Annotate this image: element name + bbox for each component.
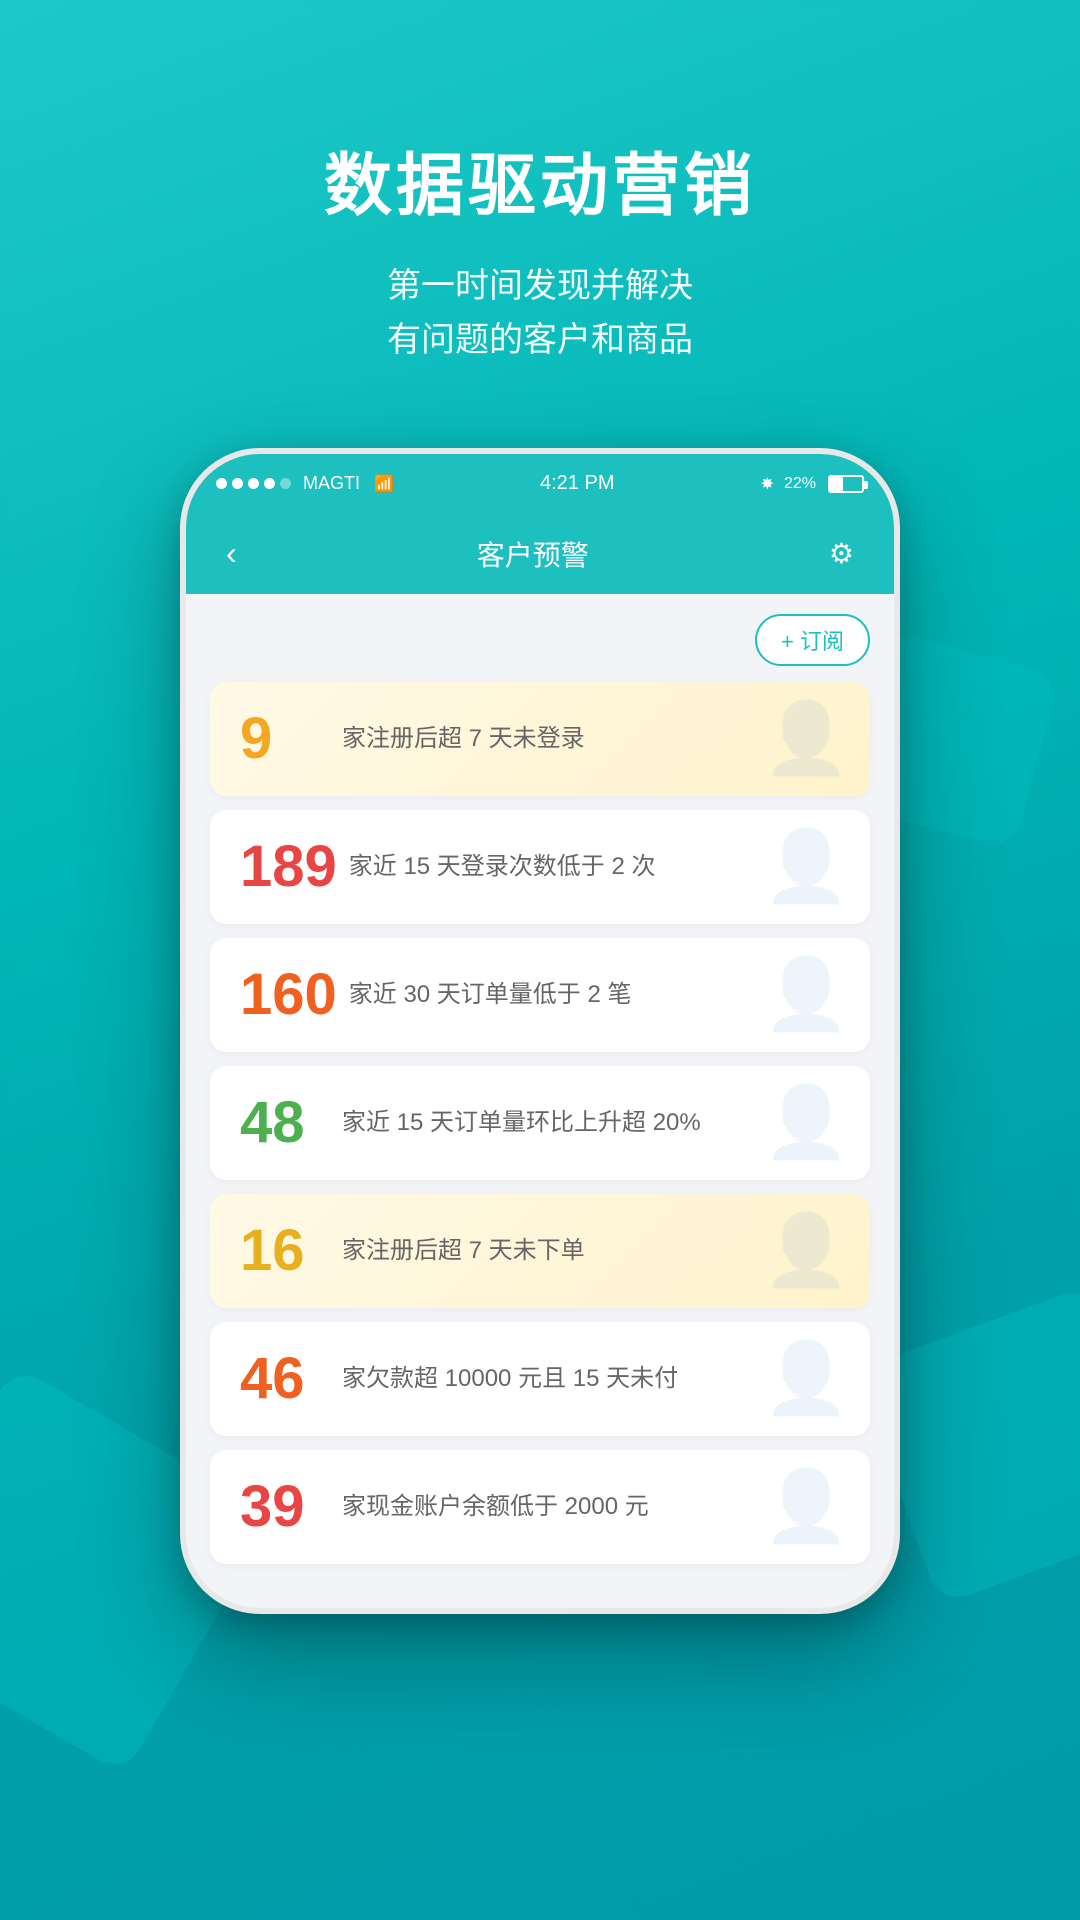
alert-card-5[interactable]: 46 家欠款超 10000 元且 15 天未付 👤 (210, 1322, 870, 1436)
alert-text-1: 家近 15 天登录次数低于 2 次 (349, 850, 656, 884)
signal-dot-2 (232, 478, 243, 489)
card-watermark-2: 👤 (763, 954, 850, 1036)
settings-button[interactable]: ⚙ (819, 527, 864, 580)
subscribe-row: + 订阅 (210, 614, 870, 666)
header-subtitle: 第一时间发现并解决 有问题的客户和商品 (324, 259, 756, 368)
signal-dot-3 (248, 478, 259, 489)
nav-bar: ‹ 客户预警 ⚙ (186, 514, 894, 594)
back-button[interactable]: ‹ (216, 525, 247, 582)
phone-mockup: MAGTI 📶 4:21 PM ✸ 22% ‹ 客户预警 ⚙ + 订阅 9 家注… (180, 448, 900, 1614)
status-right: ✸ 22% (761, 474, 864, 494)
battery-bar (828, 475, 864, 493)
card-watermark-5: 👤 (763, 1338, 850, 1420)
alert-number-5: 46 (240, 1350, 330, 1408)
battery-fill (830, 477, 843, 491)
alert-card-1[interactable]: 189 家近 15 天登录次数低于 2 次 👤 (210, 810, 870, 924)
alert-text-2: 家近 30 天订单量低于 2 笔 (349, 978, 632, 1012)
alert-number-4: 16 (240, 1222, 330, 1280)
alert-card-3[interactable]: 48 家近 15 天订单量环比上升超 20% 👤 (210, 1066, 870, 1180)
signal-dot-1 (216, 478, 227, 489)
alert-card-6[interactable]: 39 家现金账户余额低于 2000 元 👤 (210, 1450, 870, 1564)
carrier-label: MAGTI (303, 473, 360, 494)
card-watermark-3: 👤 (763, 1082, 850, 1164)
subtitle-line2: 有问题的客户和商品 (324, 313, 756, 367)
nav-title: 客户预警 (477, 534, 589, 574)
status-time: 4:21 PM (540, 472, 614, 495)
alert-card-4[interactable]: 16 家注册后超 7 天未下单 👤 (210, 1194, 870, 1308)
alert-number-1: 189 (240, 838, 337, 896)
header-section: 数据驱动营销 第一时间发现并解决 有问题的客户和商品 (324, 130, 756, 368)
card-watermark-1: 👤 (763, 826, 850, 908)
wifi-icon: 📶 (374, 474, 394, 494)
card-watermark-6: 👤 (763, 1466, 850, 1548)
alert-text-3: 家近 15 天订单量环比上升超 20% (342, 1106, 701, 1140)
alert-number-2: 160 (240, 966, 337, 1024)
alert-text-4: 家注册后超 7 天未下单 (342, 1234, 585, 1268)
bluetooth-icon: ✸ (761, 474, 774, 494)
signal-dot-5 (280, 478, 291, 489)
card-watermark-4: 👤 (763, 1210, 850, 1292)
header-title: 数据驱动营销 (324, 130, 756, 229)
card-watermark-0: 👤 (763, 698, 850, 780)
signal-dot-4 (264, 478, 275, 489)
content-area: + 订阅 9 家注册后超 7 天未登录 👤 189 家近 15 天登录次数低于 … (186, 594, 894, 1608)
alert-text-5: 家欠款超 10000 元且 15 天未付 (342, 1362, 678, 1396)
alert-text-0: 家注册后超 7 天未登录 (342, 722, 585, 756)
status-left: MAGTI 📶 (216, 473, 394, 494)
signal-dots (216, 478, 291, 489)
status-bar: MAGTI 📶 4:21 PM ✸ 22% (186, 454, 894, 514)
alert-number-6: 39 (240, 1478, 330, 1536)
alert-card-2[interactable]: 160 家近 30 天订单量低于 2 笔 👤 (210, 938, 870, 1052)
alert-number-0: 9 (240, 710, 330, 768)
battery-percent: 22% (784, 475, 816, 493)
alerts-list: 9 家注册后超 7 天未登录 👤 189 家近 15 天登录次数低于 2 次 👤… (210, 682, 870, 1564)
alert-text-6: 家现金账户余额低于 2000 元 (342, 1490, 649, 1524)
subtitle-line1: 第一时间发现并解决 (324, 259, 756, 313)
alert-number-3: 48 (240, 1094, 330, 1152)
subscribe-button[interactable]: + 订阅 (755, 614, 870, 666)
alert-card-0[interactable]: 9 家注册后超 7 天未登录 👤 (210, 682, 870, 796)
